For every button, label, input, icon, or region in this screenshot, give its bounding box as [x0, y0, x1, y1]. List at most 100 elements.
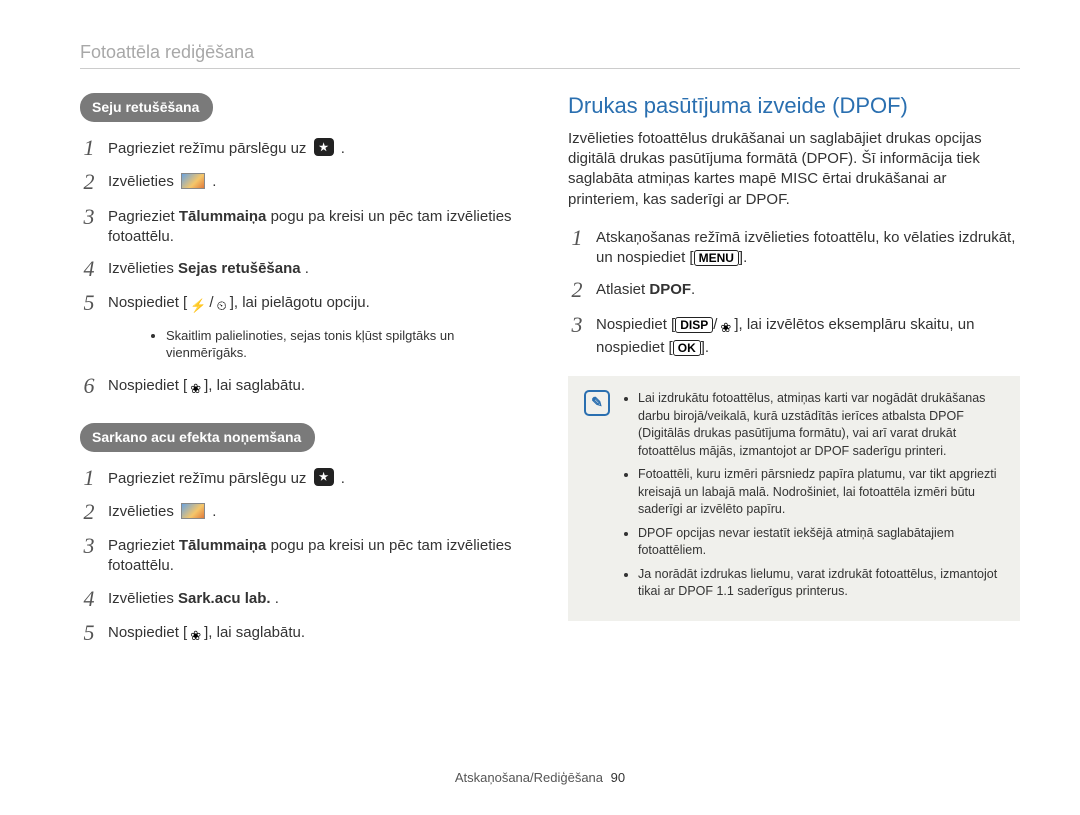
step-number: 4 — [80, 587, 98, 611]
step-2: 2 Izvēlieties . — [80, 170, 532, 194]
note-item: Fotoattēli, kuru izmēri pārsniedz papīra… — [638, 466, 1004, 519]
note-text: Skaitlim palielinoties, sejas tonis kļūs… — [166, 327, 532, 362]
step-body: Izvēlieties . — [108, 500, 532, 524]
dpof-step-2: 2 Atlasiet DPOF. — [568, 278, 1020, 302]
step-text: . — [275, 590, 279, 607]
step-body: Nospiediet [ ], lai saglabātu. — [108, 621, 532, 646]
step-body: Pagrieziet režīmu pārslēgu uz . — [108, 136, 532, 160]
page-footer: Atskaņošana/Rediģēšana 90 — [0, 769, 1080, 787]
step-5-note: Skaitlim palielinoties, sejas tonis kļūs… — [110, 327, 532, 362]
step-number: 2 — [80, 500, 98, 524]
red-step-1: 1 Pagrieziet režīmu pārslēgu uz . — [80, 466, 532, 490]
step-number: 1 — [80, 466, 98, 490]
note-list: Lai izdrukātu fotoattēlus, atmiņas karti… — [622, 390, 1004, 607]
header-divider — [80, 68, 1020, 69]
step-bold: Sark.acu lab. — [178, 590, 271, 607]
dpof-heading: Drukas pasūtījuma izveide (DPOF) — [568, 91, 1020, 121]
step-bold: DPOF — [649, 281, 691, 298]
step-bold: Sejas retušēšana — [178, 260, 301, 277]
left-column: Seju retušēšana 1 Pagrieziet režīmu pārs… — [80, 91, 532, 656]
step-text: Nospiediet [ — [108, 377, 187, 394]
red-step-2: 2 Izvēlieties . — [80, 500, 532, 524]
step-number: 2 — [80, 170, 98, 194]
step-body: Atskaņošanas režīmā izvēlieties fotoattē… — [596, 226, 1020, 269]
step-body: Izvēlieties Sark.acu lab. . — [108, 587, 532, 611]
right-column: Drukas pasūtījuma izveide (DPOF) Izvēlie… — [568, 91, 1020, 656]
step-text: . — [691, 281, 695, 298]
menu-button-icon: MENU — [694, 250, 739, 266]
mode-dial-icon — [314, 138, 334, 156]
macro-icon — [720, 318, 731, 338]
note-item: Ja norādāt izdrukas lielumu, varat izdru… — [638, 566, 1004, 601]
step-body: Nospiediet [/], lai pielāgotu opciju. — [108, 291, 532, 316]
step-body: Pagrieziet režīmu pārslēgu uz . — [108, 466, 532, 490]
step-text: ], lai saglabātu. — [204, 377, 305, 394]
content-columns: Seju retušēšana 1 Pagrieziet režīmu pārs… — [80, 91, 1020, 656]
page-header: Fotoattēla rediģēšana — [80, 40, 1020, 64]
step-text: . — [305, 260, 309, 277]
step-number: 1 — [80, 136, 98, 160]
step-text: Izvēlieties — [108, 173, 178, 190]
step-number: 4 — [80, 257, 98, 281]
step-3: 3 Pagrieziet Tālummaiņa pogu pa kreisi u… — [80, 205, 532, 248]
step-text: . — [212, 173, 216, 190]
flash-icon — [190, 296, 206, 316]
footer-section: Atskaņošana/Rediģēšana — [455, 770, 603, 785]
mode-dial-icon — [314, 468, 334, 486]
step-body: Pagrieziet Tālummaiņa pogu pa kreisi un … — [108, 534, 532, 577]
step-number: 1 — [568, 226, 586, 269]
note-item: DPOF opcijas nevar iestatīt iekšējā atmi… — [638, 525, 1004, 560]
palette-icon — [181, 503, 205, 519]
step-number: 6 — [80, 374, 98, 399]
step-text: ]. — [701, 339, 709, 356]
step-number: 3 — [80, 534, 98, 577]
step-text: . — [212, 503, 216, 520]
step-6: 6 Nospiediet [ ], lai saglabātu. — [80, 374, 532, 399]
red-step-5: 5 Nospiediet [ ], lai saglabātu. — [80, 621, 532, 646]
step-number: 2 — [568, 278, 586, 302]
step-number: 5 — [80, 291, 98, 316]
step-text: . — [341, 140, 345, 157]
timer-icon — [217, 296, 227, 316]
ok-button-icon: OK — [673, 340, 701, 356]
step-text: Atskaņošanas režīmā izvēlieties fotoattē… — [596, 229, 1015, 266]
dpof-step-3: 3 Nospiediet [DISP/], lai izvēlētos ekse… — [568, 313, 1020, 359]
step-number: 5 — [80, 621, 98, 646]
step-text: Pagrieziet režīmu pārslēgu uz — [108, 470, 311, 487]
page-number: 90 — [611, 770, 625, 785]
step-number: 3 — [568, 313, 586, 359]
step-text: Atlasiet — [596, 281, 649, 298]
step-text: Pagrieziet režīmu pārslēgu uz — [108, 140, 311, 157]
section-pill-face-retouch: Seju retušēšana — [80, 93, 213, 122]
red-step-3: 3 Pagrieziet Tālummaiņa pogu pa kreisi u… — [80, 534, 532, 577]
page: Fotoattēla rediģēšana Seju retušēšana 1 … — [0, 0, 1080, 815]
note-box: ✎ Lai izdrukātu fotoattēlus, atmiņas kar… — [568, 376, 1020, 621]
step-body: Pagrieziet Tālummaiņa pogu pa kreisi un … — [108, 205, 532, 248]
step-body: Izvēlieties Sejas retušēšana . — [108, 257, 532, 281]
step-text: ], lai pielāgotu opciju. — [230, 294, 370, 311]
step-text: Izvēlieties — [108, 590, 178, 607]
step-text: Izvēlieties — [108, 503, 178, 520]
step-text: / — [713, 316, 717, 333]
step-body: Izvēlieties . — [108, 170, 532, 194]
step-body: Nospiediet [DISP/], lai izvēlētos eksemp… — [596, 313, 1020, 359]
macro-icon — [190, 379, 201, 399]
step-text: . — [341, 470, 345, 487]
step-text: Nospiediet [ — [596, 316, 675, 333]
step-text: Nospiediet [ — [108, 624, 187, 641]
section-pill-redeye: Sarkano acu efekta noņemšana — [80, 423, 315, 452]
step-text: Nospiediet [ — [108, 294, 187, 311]
note-item: Lai izdrukātu fotoattēlus, atmiņas karti… — [638, 390, 1004, 460]
step-number: 3 — [80, 205, 98, 248]
step-bold: Tālummaiņa — [179, 208, 267, 225]
step-body: Nospiediet [ ], lai saglabātu. — [108, 374, 532, 399]
macro-icon — [190, 626, 201, 646]
red-step-4: 4 Izvēlieties Sark.acu lab. . — [80, 587, 532, 611]
palette-icon — [181, 173, 205, 189]
step-bold: Tālummaiņa — [179, 537, 267, 554]
dpof-step-1: 1 Atskaņošanas režīmā izvēlieties fotoat… — [568, 226, 1020, 269]
step-text: ], lai saglabātu. — [204, 624, 305, 641]
step-body: Atlasiet DPOF. — [596, 278, 1020, 302]
note-icon: ✎ — [584, 390, 610, 416]
step-text: ]. — [739, 249, 747, 266]
